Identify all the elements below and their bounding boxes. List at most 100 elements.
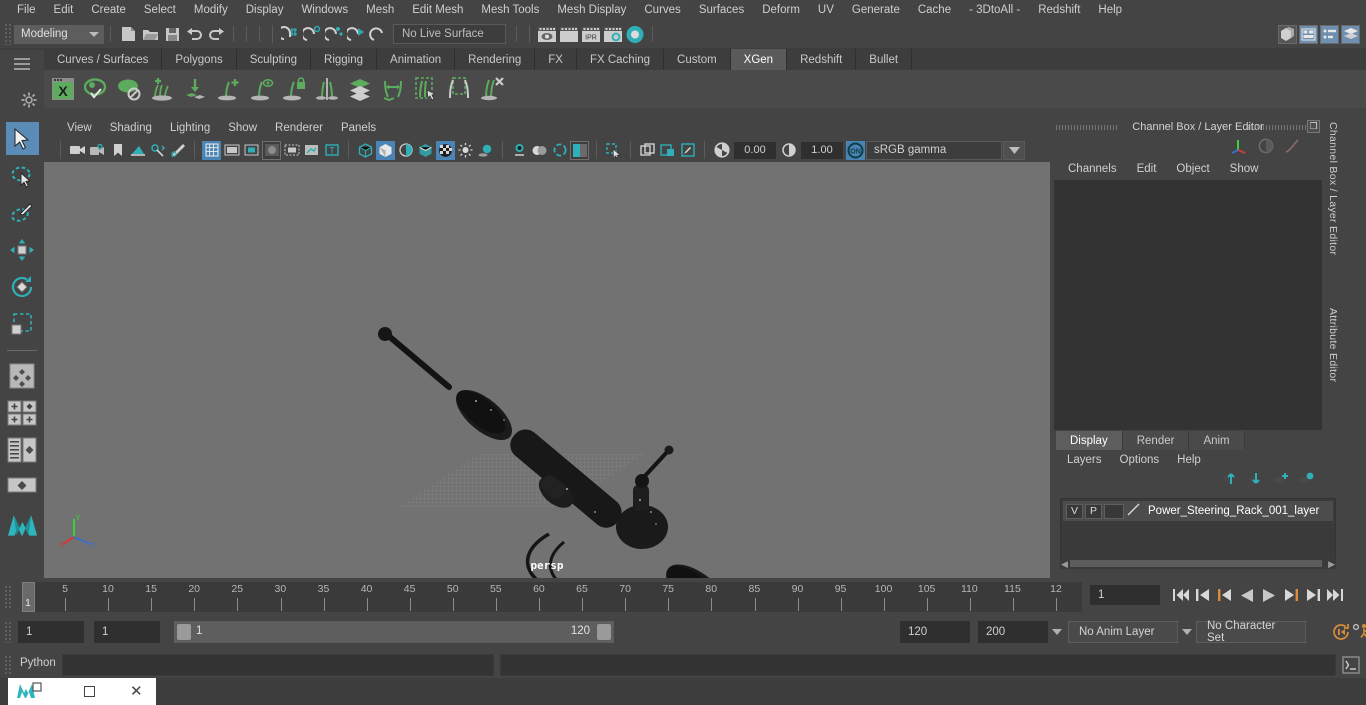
shelf-tab-custom[interactable]: Custom bbox=[664, 49, 731, 70]
auto-keyframe-icon[interactable] bbox=[1332, 623, 1350, 644]
layer-list[interactable]: V P Power_Steering_Rack_001_layer bbox=[1060, 498, 1336, 560]
side-tab-channel-box[interactable]: Channel Box / Layer Editor bbox=[1327, 122, 1339, 255]
shelf-menu-icon[interactable] bbox=[14, 58, 30, 70]
show-hide-tool-settings-icon[interactable] bbox=[1320, 24, 1339, 44]
bookmark-icon[interactable] bbox=[108, 141, 127, 160]
gamma-icon[interactable] bbox=[779, 141, 798, 160]
xgen-move-guide-icon[interactable] bbox=[378, 74, 408, 104]
channel-box-menu-edit[interactable]: Edit bbox=[1127, 163, 1167, 175]
script-editor-icon[interactable] bbox=[1342, 656, 1360, 674]
undo-icon[interactable] bbox=[183, 23, 205, 45]
grease-pencil-icon[interactable] bbox=[168, 141, 187, 160]
live-surface-field[interactable]: No Live Surface bbox=[393, 24, 506, 44]
rotate-tool[interactable] bbox=[6, 270, 39, 303]
render-current-frame-icon[interactable] bbox=[536, 23, 558, 45]
anim-layer-dropdown-arrow[interactable] bbox=[1050, 621, 1064, 643]
shelf-tab-bullet[interactable]: Bullet bbox=[856, 49, 913, 70]
layer-type-toggle[interactable] bbox=[1104, 503, 1124, 519]
text-overlay-icon[interactable]: T bbox=[322, 141, 341, 160]
toolbar-drag-handle[interactable] bbox=[4, 23, 12, 45]
undock-panel-icon[interactable]: ❐ bbox=[1307, 120, 1320, 133]
xgen-select-region-icon[interactable] bbox=[411, 74, 441, 104]
paint-select-tool[interactable] bbox=[6, 196, 39, 229]
show-hide-channel-box-icon[interactable] bbox=[1341, 24, 1360, 44]
current-time-indicator[interactable]: 1 bbox=[22, 582, 35, 612]
gamma-value[interactable]: 1.00 bbox=[801, 141, 843, 159]
menu-item-windows[interactable]: Windows bbox=[292, 0, 357, 20]
playback-end-time-field[interactable]: 120 bbox=[900, 621, 970, 643]
menu-item-mesh-tools[interactable]: Mesh Tools bbox=[472, 0, 548, 20]
exposure-value[interactable]: 0.00 bbox=[734, 141, 776, 159]
snap-to-view-plane-icon[interactable] bbox=[367, 23, 389, 45]
xgen-editor-icon[interactable]: X bbox=[48, 74, 78, 104]
command-language-label[interactable]: Python bbox=[20, 657, 56, 669]
shading-sphere-icon[interactable] bbox=[1258, 138, 1274, 157]
image-plane-icon[interactable] bbox=[128, 141, 147, 160]
shelf-tab-rigging[interactable]: Rigging bbox=[311, 49, 378, 70]
anti-alias-icon[interactable] bbox=[550, 141, 569, 160]
viewport-menu-lighting[interactable]: Lighting bbox=[161, 122, 219, 134]
outliner-persp-layout[interactable] bbox=[6, 433, 39, 466]
snap-to-grid-icon[interactable] bbox=[279, 23, 301, 45]
menu-item-file[interactable]: File bbox=[8, 0, 45, 20]
anim-layer-field[interactable]: No Anim Layer bbox=[1068, 621, 1178, 643]
layer-row[interactable]: V P Power_Steering_Rack_001_layer bbox=[1063, 501, 1333, 521]
snap-grid-group[interactable] bbox=[6, 396, 39, 429]
menu-item-help[interactable]: Help bbox=[1089, 0, 1131, 20]
viewport-menu-shading[interactable]: Shading bbox=[101, 122, 161, 134]
range-slider-drag-handle[interactable] bbox=[4, 621, 12, 643]
layer-tab-render[interactable]: Render bbox=[1122, 431, 1190, 450]
playback-start-time-field[interactable]: 1 bbox=[94, 621, 160, 643]
scrollbar-thumb[interactable] bbox=[1070, 560, 1322, 567]
exposure-icon[interactable] bbox=[712, 141, 731, 160]
snapshot-icon[interactable] bbox=[658, 141, 677, 160]
shelf-tab-fx-caching[interactable]: FX Caching bbox=[576, 49, 665, 70]
film-gate-2-icon[interactable] bbox=[282, 141, 301, 160]
layer-playback-toggle[interactable]: P bbox=[1085, 503, 1102, 519]
xgen-add-guide-icon[interactable] bbox=[213, 74, 243, 104]
motion-blur-icon[interactable] bbox=[510, 141, 529, 160]
scroll-left-arrow-icon[interactable]: ◀ bbox=[1061, 559, 1068, 570]
character-set-dropdown-arrow[interactable] bbox=[1180, 621, 1194, 643]
select-camera-icon[interactable] bbox=[68, 141, 87, 160]
snap-to-curve-icon[interactable] bbox=[301, 23, 323, 45]
grid-toggle-icon[interactable] bbox=[202, 140, 221, 160]
ambient-occlusion-icon[interactable] bbox=[530, 141, 549, 160]
create-layer-from-selection-icon[interactable] bbox=[1298, 472, 1314, 488]
layer-menu-layers[interactable]: Layers bbox=[1058, 454, 1111, 466]
shelf-tab-rendering[interactable]: Rendering bbox=[455, 49, 536, 70]
shelf-tab-sculpting[interactable]: Sculpting bbox=[236, 49, 312, 70]
xgen-preview-icon[interactable] bbox=[81, 74, 111, 104]
shelf-tab-redshift[interactable]: Redshift bbox=[787, 49, 857, 70]
move-layer-down-icon[interactable] bbox=[1248, 472, 1264, 488]
curve-editor-icon[interactable] bbox=[1284, 138, 1300, 157]
menu-item-uv[interactable]: UV bbox=[809, 0, 843, 20]
axis-manipulator-icon[interactable] bbox=[1231, 137, 1248, 157]
channel-box-menu-object[interactable]: Object bbox=[1166, 163, 1219, 175]
time-slider-track[interactable]: 1 5 10 15 20 25 30 35 40 45 50 55 60 65 70 75 80 85 90 95 1… bbox=[22, 582, 1082, 612]
menu-item-mesh-display[interactable]: Mesh Display bbox=[548, 0, 635, 20]
layer-list-scrollbar[interactable]: ◀ ▶ bbox=[1060, 558, 1336, 569]
close-icon[interactable]: ✕ bbox=[130, 684, 143, 699]
play-forwards-button[interactable] bbox=[1258, 584, 1280, 606]
layer-tab-anim[interactable]: Anim bbox=[1189, 431, 1245, 450]
range-bar[interactable]: 1 120 bbox=[174, 621, 614, 643]
animation-end-time-field[interactable]: 200 bbox=[978, 621, 1048, 643]
xgen-guide-preview-icon[interactable] bbox=[246, 74, 276, 104]
camera-attributes-icon[interactable] bbox=[88, 141, 107, 160]
shelf-tab-polygons[interactable]: Polygons bbox=[162, 49, 237, 70]
layer-menu-help[interactable]: Help bbox=[1168, 454, 1210, 466]
color-management-toggle-icon[interactable]: ON bbox=[846, 140, 865, 160]
ipr-render-icon[interactable]: IPR bbox=[580, 23, 602, 45]
textured-icon[interactable] bbox=[416, 141, 435, 160]
menu-item-select[interactable]: Select bbox=[135, 0, 185, 20]
redo-icon[interactable] bbox=[205, 23, 227, 45]
layer-menu-options[interactable]: Options bbox=[1111, 454, 1169, 466]
color-management-select[interactable]: sRGB gamma bbox=[866, 140, 1002, 160]
menu-item-cache[interactable]: Cache bbox=[909, 0, 960, 20]
go-to-end-button[interactable] bbox=[1324, 584, 1346, 606]
layer-tab-display[interactable]: Display bbox=[1056, 431, 1123, 450]
viewport-gamma-icon[interactable] bbox=[570, 140, 589, 160]
side-tab-attribute-editor[interactable]: Attribute Editor bbox=[1327, 308, 1339, 382]
command-output-field[interactable] bbox=[500, 654, 1336, 676]
